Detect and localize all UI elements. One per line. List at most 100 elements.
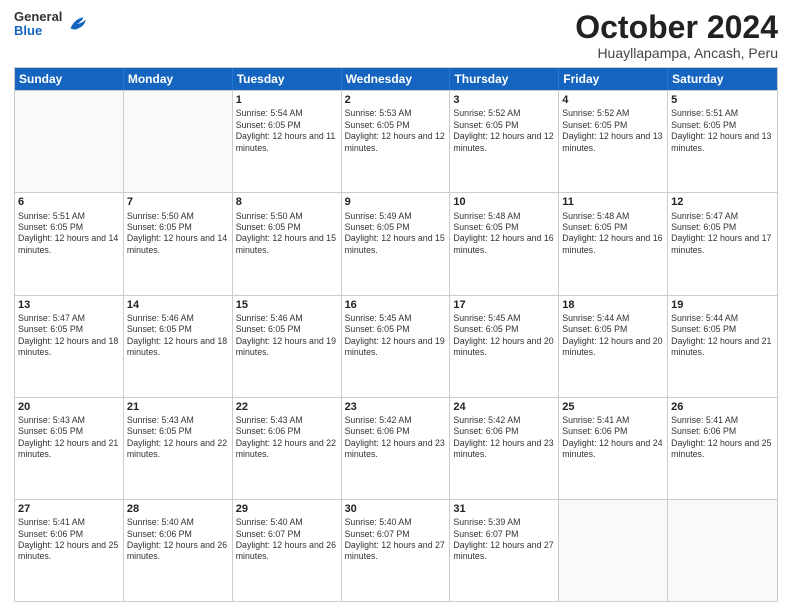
day-number: 21	[127, 400, 229, 414]
day-number: 27	[18, 502, 120, 516]
page: General Blue October 2024 Huayllapampa, …	[0, 0, 792, 612]
sunset-info: Sunset: 6:06 PM	[562, 426, 664, 437]
sunset-info: Sunset: 6:05 PM	[236, 324, 338, 335]
sunrise-info: Sunrise: 5:45 AM	[453, 313, 555, 324]
daylight-info: Daylight: 12 hours and 16 minutes.	[453, 233, 555, 256]
day-cell-28: 28Sunrise: 5:40 AMSunset: 6:06 PMDayligh…	[124, 500, 233, 601]
weekday-header-thursday: Thursday	[450, 68, 559, 90]
day-cell-9: 9Sunrise: 5:49 AMSunset: 6:05 PMDaylight…	[342, 193, 451, 294]
sunrise-info: Sunrise: 5:54 AM	[236, 108, 338, 119]
logo-bird-icon	[66, 13, 88, 35]
day-cell-31: 31Sunrise: 5:39 AMSunset: 6:07 PMDayligh…	[450, 500, 559, 601]
day-number: 22	[236, 400, 338, 414]
day-cell-25: 25Sunrise: 5:41 AMSunset: 6:06 PMDayligh…	[559, 398, 668, 499]
sunset-info: Sunset: 6:05 PM	[562, 324, 664, 335]
daylight-info: Daylight: 12 hours and 23 minutes.	[345, 438, 447, 461]
day-number: 8	[236, 195, 338, 209]
empty-cell	[668, 500, 777, 601]
daylight-info: Daylight: 12 hours and 22 minutes.	[127, 438, 229, 461]
day-cell-5: 5Sunrise: 5:51 AMSunset: 6:05 PMDaylight…	[668, 91, 777, 192]
day-number: 18	[562, 298, 664, 312]
calendar-week-5: 27Sunrise: 5:41 AMSunset: 6:06 PMDayligh…	[15, 499, 777, 601]
day-number: 13	[18, 298, 120, 312]
sunset-info: Sunset: 6:07 PM	[236, 529, 338, 540]
calendar: SundayMondayTuesdayWednesdayThursdayFrid…	[14, 67, 778, 602]
sunrise-info: Sunrise: 5:49 AM	[345, 211, 447, 222]
weekday-header-sunday: Sunday	[15, 68, 124, 90]
sunrise-info: Sunrise: 5:52 AM	[562, 108, 664, 119]
sunset-info: Sunset: 6:06 PM	[18, 529, 120, 540]
sunset-info: Sunset: 6:05 PM	[127, 222, 229, 233]
sunrise-info: Sunrise: 5:51 AM	[671, 108, 774, 119]
sunset-info: Sunset: 6:05 PM	[453, 222, 555, 233]
sunset-info: Sunset: 6:05 PM	[671, 324, 774, 335]
day-cell-11: 11Sunrise: 5:48 AMSunset: 6:05 PMDayligh…	[559, 193, 668, 294]
day-cell-4: 4Sunrise: 5:52 AMSunset: 6:05 PMDaylight…	[559, 91, 668, 192]
daylight-info: Daylight: 12 hours and 26 minutes.	[236, 540, 338, 563]
daylight-info: Daylight: 12 hours and 27 minutes.	[345, 540, 447, 563]
day-number: 4	[562, 93, 664, 107]
sunset-info: Sunset: 6:05 PM	[562, 222, 664, 233]
weekday-header-tuesday: Tuesday	[233, 68, 342, 90]
daylight-info: Daylight: 12 hours and 11 minutes.	[236, 131, 338, 154]
sunrise-info: Sunrise: 5:40 AM	[127, 517, 229, 528]
day-number: 6	[18, 195, 120, 209]
daylight-info: Daylight: 12 hours and 24 minutes.	[562, 438, 664, 461]
logo: General Blue	[14, 10, 88, 39]
day-cell-26: 26Sunrise: 5:41 AMSunset: 6:06 PMDayligh…	[668, 398, 777, 499]
day-number: 25	[562, 400, 664, 414]
sunset-info: Sunset: 6:05 PM	[453, 324, 555, 335]
day-number: 30	[345, 502, 447, 516]
calendar-title: October 2024	[575, 10, 778, 45]
day-cell-21: 21Sunrise: 5:43 AMSunset: 6:05 PMDayligh…	[124, 398, 233, 499]
day-cell-27: 27Sunrise: 5:41 AMSunset: 6:06 PMDayligh…	[15, 500, 124, 601]
day-cell-18: 18Sunrise: 5:44 AMSunset: 6:05 PMDayligh…	[559, 296, 668, 397]
weekday-header-friday: Friday	[559, 68, 668, 90]
sunrise-info: Sunrise: 5:43 AM	[127, 415, 229, 426]
sunrise-info: Sunrise: 5:46 AM	[127, 313, 229, 324]
sunrise-info: Sunrise: 5:48 AM	[562, 211, 664, 222]
sunset-info: Sunset: 6:06 PM	[127, 529, 229, 540]
calendar-week-3: 13Sunrise: 5:47 AMSunset: 6:05 PMDayligh…	[15, 295, 777, 397]
day-cell-24: 24Sunrise: 5:42 AMSunset: 6:06 PMDayligh…	[450, 398, 559, 499]
calendar-body: 1Sunrise: 5:54 AMSunset: 6:05 PMDaylight…	[15, 90, 777, 601]
sunset-info: Sunset: 6:05 PM	[236, 120, 338, 131]
sunset-info: Sunset: 6:07 PM	[345, 529, 447, 540]
day-number: 2	[345, 93, 447, 107]
sunrise-info: Sunrise: 5:44 AM	[671, 313, 774, 324]
sunrise-info: Sunrise: 5:42 AM	[345, 415, 447, 426]
sunset-info: Sunset: 6:05 PM	[236, 222, 338, 233]
sunset-info: Sunset: 6:05 PM	[127, 426, 229, 437]
sunrise-info: Sunrise: 5:52 AM	[453, 108, 555, 119]
day-cell-6: 6Sunrise: 5:51 AMSunset: 6:05 PMDaylight…	[15, 193, 124, 294]
sunrise-info: Sunrise: 5:39 AM	[453, 517, 555, 528]
day-cell-15: 15Sunrise: 5:46 AMSunset: 6:05 PMDayligh…	[233, 296, 342, 397]
sunrise-info: Sunrise: 5:43 AM	[236, 415, 338, 426]
daylight-info: Daylight: 12 hours and 25 minutes.	[671, 438, 774, 461]
sunrise-info: Sunrise: 5:41 AM	[18, 517, 120, 528]
daylight-info: Daylight: 12 hours and 19 minutes.	[236, 336, 338, 359]
daylight-info: Daylight: 12 hours and 15 minutes.	[236, 233, 338, 256]
day-number: 9	[345, 195, 447, 209]
day-number: 17	[453, 298, 555, 312]
daylight-info: Daylight: 12 hours and 18 minutes.	[127, 336, 229, 359]
day-number: 12	[671, 195, 774, 209]
sunset-info: Sunset: 6:06 PM	[453, 426, 555, 437]
day-number: 24	[453, 400, 555, 414]
sunset-info: Sunset: 6:05 PM	[18, 222, 120, 233]
day-cell-10: 10Sunrise: 5:48 AMSunset: 6:05 PMDayligh…	[450, 193, 559, 294]
sunset-info: Sunset: 6:07 PM	[453, 529, 555, 540]
daylight-info: Daylight: 12 hours and 20 minutes.	[453, 336, 555, 359]
header: General Blue October 2024 Huayllapampa, …	[14, 10, 778, 61]
weekday-header-saturday: Saturday	[668, 68, 777, 90]
day-number: 11	[562, 195, 664, 209]
weekday-header-monday: Monday	[124, 68, 233, 90]
logo-blue: Blue	[14, 23, 42, 38]
sunrise-info: Sunrise: 5:40 AM	[345, 517, 447, 528]
day-cell-16: 16Sunrise: 5:45 AMSunset: 6:05 PMDayligh…	[342, 296, 451, 397]
day-number: 31	[453, 502, 555, 516]
empty-cell	[124, 91, 233, 192]
calendar-subtitle: Huayllapampa, Ancash, Peru	[575, 45, 778, 61]
daylight-info: Daylight: 12 hours and 13 minutes.	[671, 131, 774, 154]
day-cell-3: 3Sunrise: 5:52 AMSunset: 6:05 PMDaylight…	[450, 91, 559, 192]
